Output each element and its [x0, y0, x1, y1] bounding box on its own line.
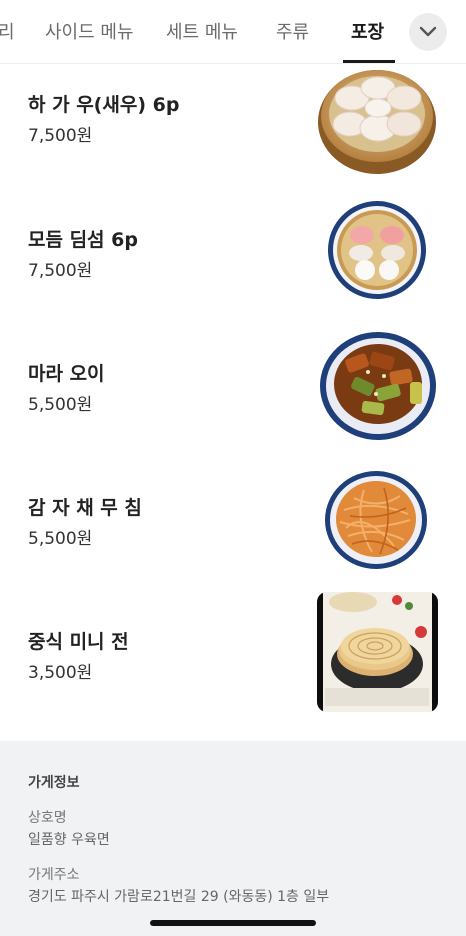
potato-strips-photo — [325, 471, 427, 569]
menu-item[interactable]: 모듬 딤섬 6p 7,500원 — [0, 198, 466, 332]
store-address-label: 가게주소 — [28, 867, 80, 883]
tab-liquor[interactable]: 주류 — [276, 18, 309, 44]
menu-item-name: 하 가 우(새우) 6p — [28, 94, 180, 116]
menu-item[interactable]: 중식 미니 전 3,500원 — [0, 592, 466, 734]
store-name-label: 상호명 — [28, 810, 67, 826]
menu-item-name: 감 자 채 무 침 — [28, 497, 142, 519]
active-tab-indicator — [343, 60, 395, 63]
menu-item-price: 5,500원 — [28, 395, 93, 415]
menu-item-name: 마라 오이 — [28, 363, 105, 385]
menu-item-name: 모듬 딤섬 6p — [28, 229, 138, 251]
chinese-pancake-photo — [317, 592, 438, 712]
menu-item[interactable]: 하 가 우(새우) 6p 7,500원 — [0, 64, 466, 198]
mala-cucumber-photo — [320, 332, 436, 440]
assorted-dimsum-photo — [328, 201, 426, 299]
menu-item-name: 중식 미니 전 — [28, 631, 129, 653]
expand-categories-button[interactable] — [409, 13, 447, 51]
menu-item-price: 7,500원 — [28, 261, 93, 281]
tab-set-menu[interactable]: 세트 메뉴 — [166, 18, 238, 44]
menu-item[interactable]: 감 자 채 무 침 5,500원 — [0, 466, 466, 600]
tab-partial[interactable]: 리 — [0, 18, 15, 44]
menu-item-price: 3,500원 — [28, 663, 93, 683]
chevron-down-icon — [419, 26, 437, 37]
tab-takeout[interactable]: 포장 — [351, 18, 384, 44]
tab-side-menu[interactable]: 사이드 메뉴 — [45, 18, 134, 44]
menu-item-price: 5,500원 — [28, 529, 93, 549]
home-indicator[interactable] — [150, 920, 316, 926]
store-name-value: 일품향 우육면 — [28, 832, 110, 848]
store-address-value: 경기도 파주시 가람로21번길 29 (와동동) 1층 일부 — [28, 889, 330, 905]
har-gow-steamer-photo — [318, 70, 436, 174]
category-tab-bar: 리 사이드 메뉴 세트 메뉴 주류 포장 — [0, 0, 466, 64]
menu-item[interactable]: 마라 오이 5,500원 — [0, 332, 466, 466]
store-info-section: 가게정보 상호명 일품향 우육면 가게주소 경기도 파주시 가람로21번길 29… — [0, 741, 466, 936]
menu-item-price: 7,500원 — [28, 126, 93, 146]
store-info-title: 가게정보 — [28, 775, 80, 791]
